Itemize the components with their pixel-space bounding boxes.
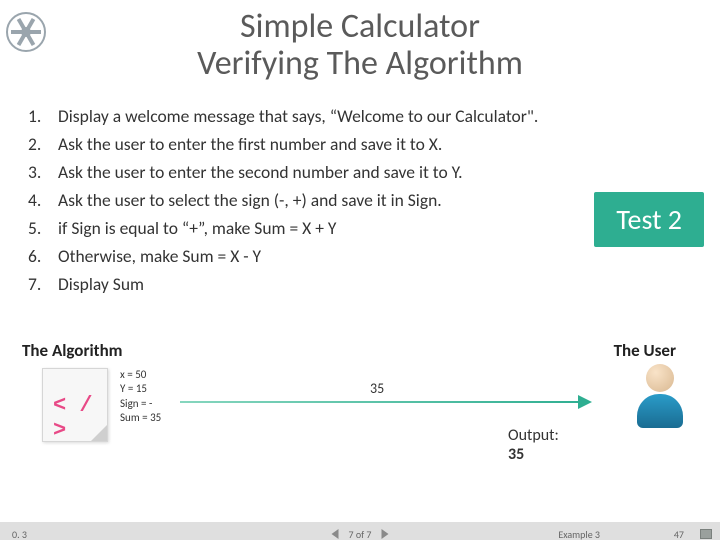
step-num: 4.	[28, 186, 58, 214]
var-y: Y = 15	[120, 382, 161, 396]
page-number: 47	[674, 528, 684, 540]
example-label: Example 3	[558, 528, 600, 540]
version-text: 0. 3	[12, 528, 27, 540]
user-avatar-icon	[634, 364, 686, 432]
step-text: Display Sum	[58, 270, 720, 298]
step-text: Display a welcome message that says, “We…	[58, 102, 720, 130]
user-label: The User	[614, 340, 676, 361]
step-num: 1.	[28, 102, 58, 130]
step-num: 2.	[28, 130, 58, 158]
title-line2: Verifying The Algorithm	[0, 43, 720, 84]
title-line1: Simple Calculator	[0, 6, 720, 47]
step-num: 3.	[28, 158, 58, 186]
step-text: Ask the user to enter the second number …	[58, 158, 720, 186]
var-sum: Sum = 35	[120, 411, 161, 425]
output-block: Output: 35	[508, 426, 559, 464]
output-value: 35	[508, 445, 524, 464]
algorithm-label: The Algorithm	[22, 340, 123, 361]
fullscreen-icon[interactable]	[700, 529, 712, 539]
code-page-icon: < / >	[42, 368, 108, 442]
variable-state: x = 50 Y = 15 Sign = - Sum = 35	[120, 368, 161, 425]
slide-nav: 7 of 7	[332, 528, 389, 540]
step-num: 5.	[28, 214, 58, 242]
var-sign: Sign = -	[120, 397, 161, 411]
footer-bar: 0. 3 7 of 7 Example 3 47	[0, 522, 720, 540]
arrow-value: 35	[370, 380, 384, 397]
step-num: 6.	[28, 242, 58, 270]
arrow-icon	[180, 401, 590, 403]
test-badge: Test 2	[594, 192, 704, 247]
prev-icon[interactable]	[332, 529, 339, 539]
next-icon[interactable]	[381, 529, 388, 539]
output-label: Output:	[508, 426, 559, 445]
nav-position: 7 of 7	[349, 528, 372, 540]
var-x: x = 50	[120, 368, 161, 382]
step-num: 7.	[28, 270, 58, 298]
gear-icon	[6, 12, 46, 52]
step-text: Ask the user to enter the first number a…	[58, 130, 720, 158]
